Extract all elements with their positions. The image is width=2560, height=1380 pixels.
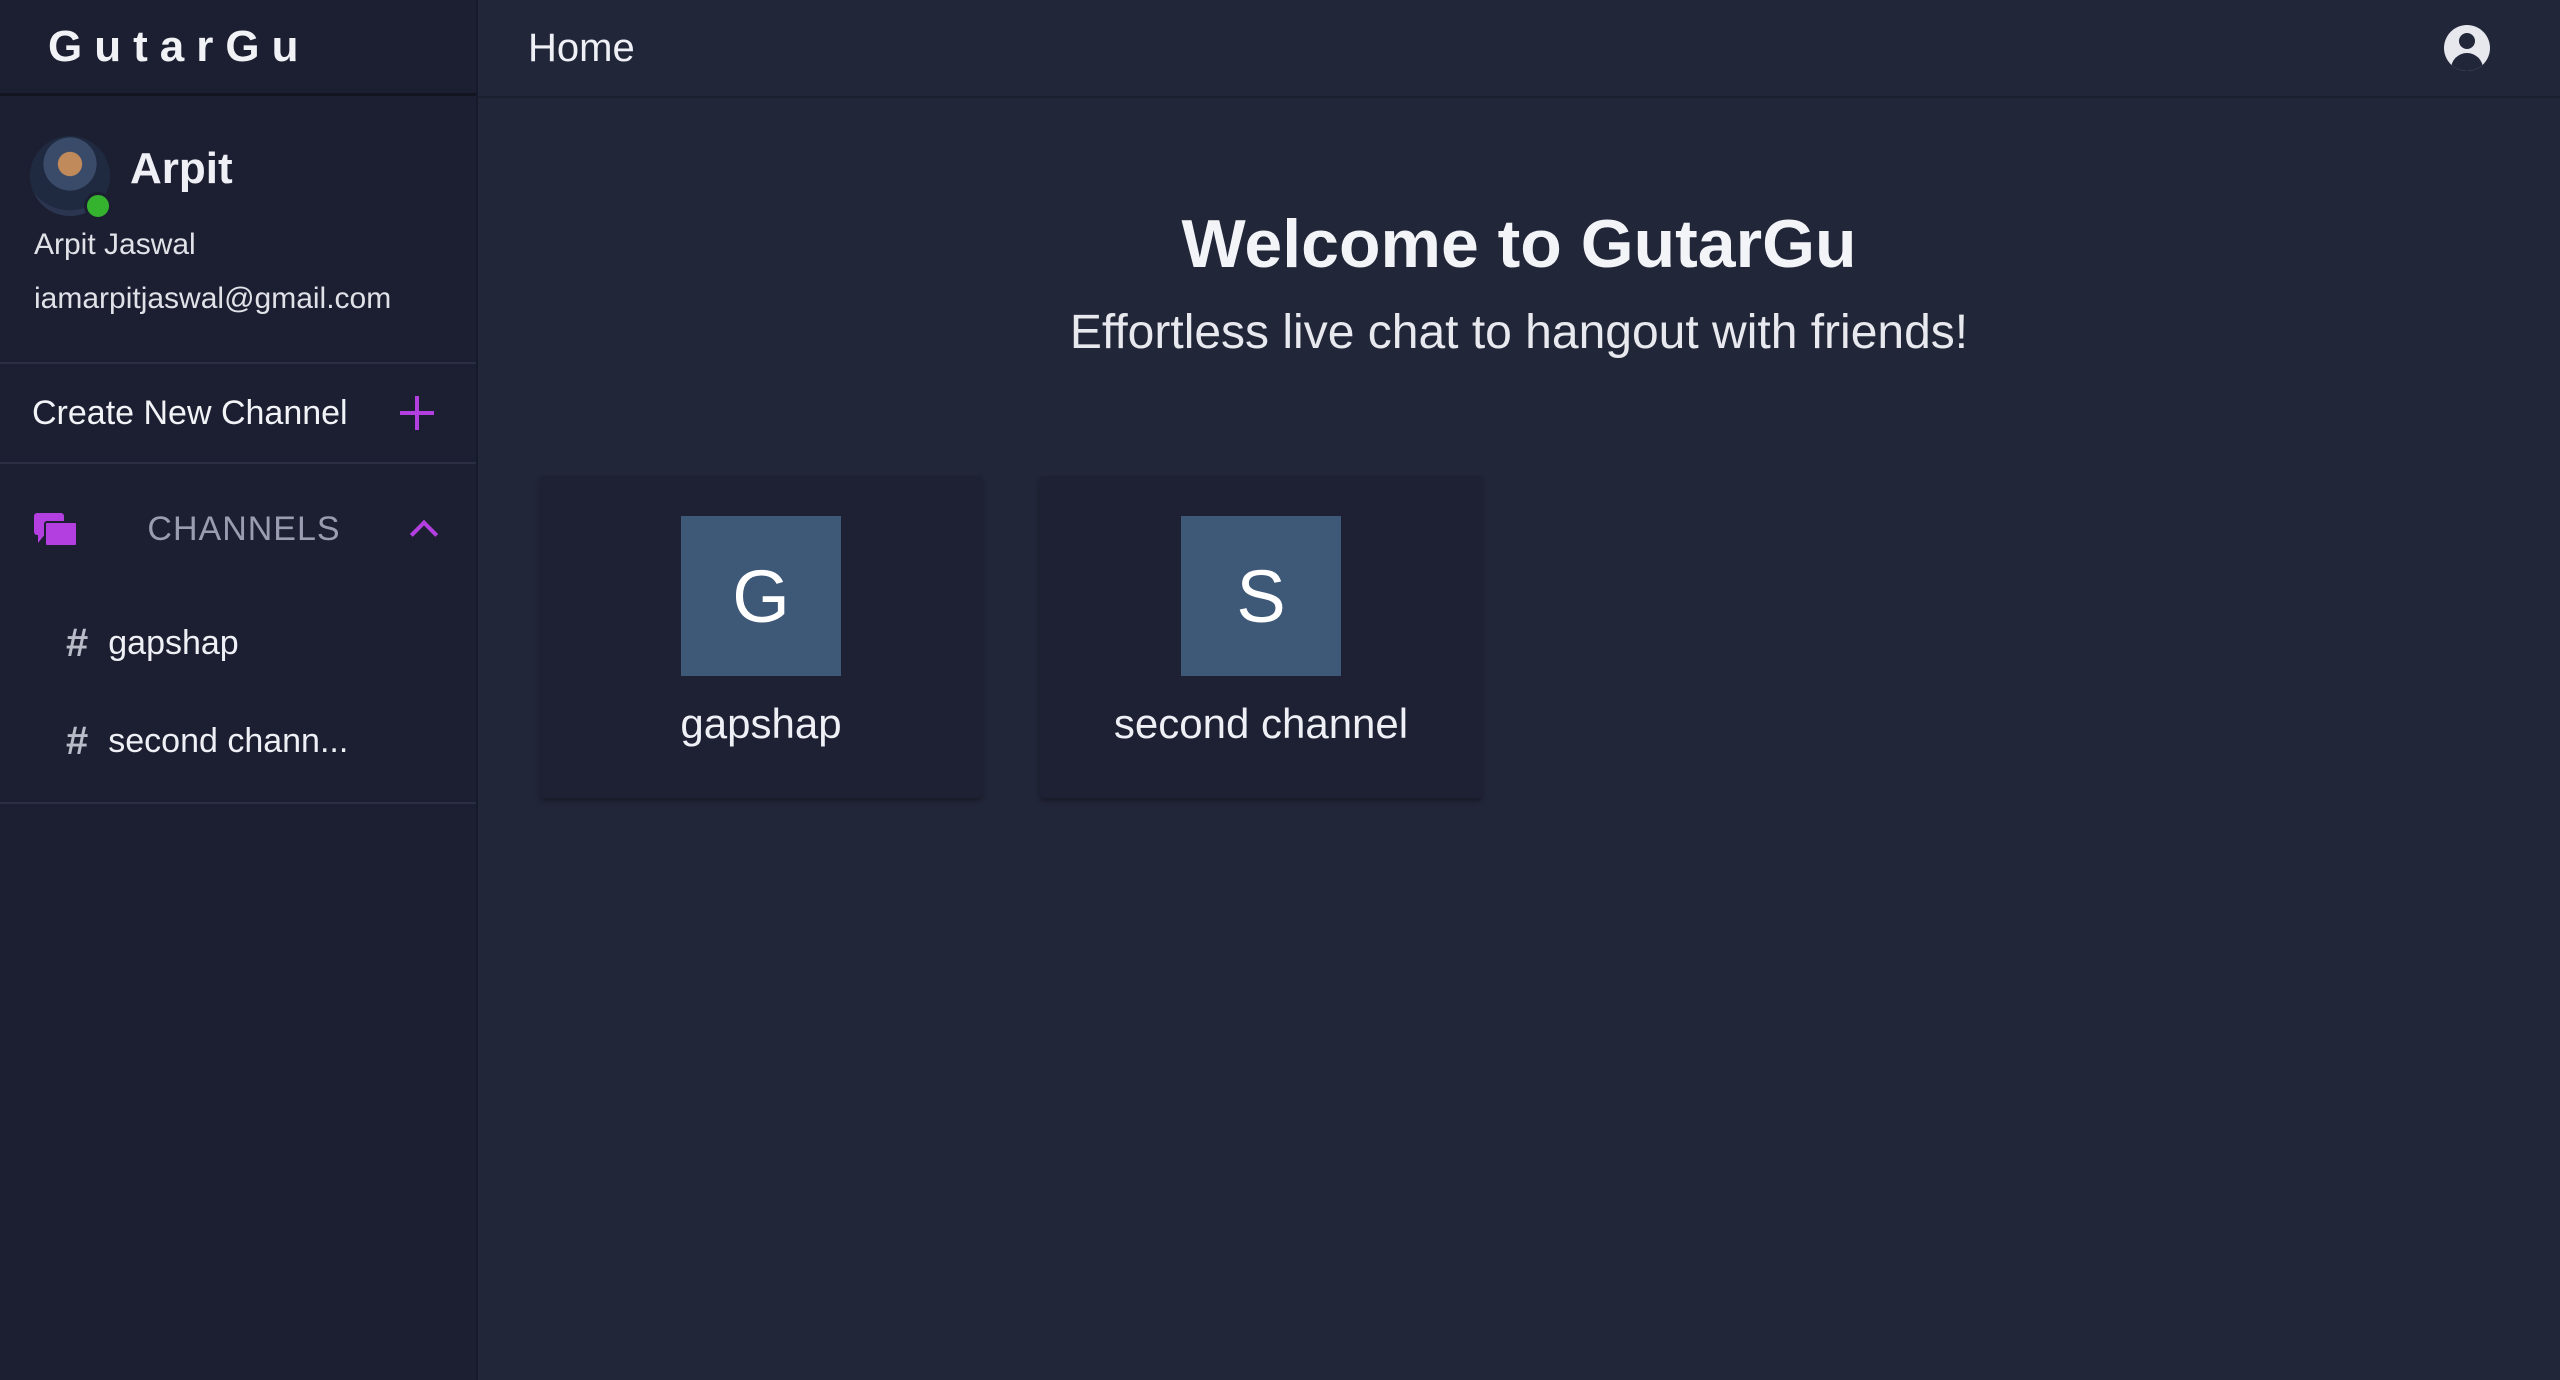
- channel-label: gapshap: [108, 623, 239, 662]
- avatar[interactable]: [30, 136, 112, 220]
- welcome-section: Welcome to GutarGu Effortless live chat …: [478, 205, 2560, 360]
- page-title: Home: [528, 25, 635, 70]
- channel-card-name: gapshap: [680, 700, 842, 747]
- channel-card-second-channel[interactable]: S second channel: [1040, 476, 1482, 798]
- create-channel-button[interactable]: Create New Channel: [0, 364, 476, 464]
- sidebar: GutarGu Arpit Arpit Jaswal iamarpitjaswa…: [0, 0, 478, 1380]
- channels-section: CHANNELS # gapshap # second chann...: [0, 464, 476, 804]
- channel-cards: G gapshap S second channel: [540, 476, 1482, 798]
- channels-toggle[interactable]: CHANNELS: [0, 464, 476, 594]
- account-circle-icon[interactable]: [2444, 25, 2490, 71]
- chat-icon: [34, 509, 78, 549]
- sidebar-item-gapshap[interactable]: # gapshap: [0, 594, 476, 692]
- user-full-name: Arpit Jaswal: [34, 228, 196, 261]
- plus-icon[interactable]: [400, 396, 434, 430]
- app-brand[interactable]: GutarGu: [0, 0, 476, 96]
- chevron-up-icon[interactable]: [409, 519, 439, 549]
- welcome-heading: Welcome to GutarGu: [1181, 206, 1857, 282]
- channels-label: CHANNELS: [147, 509, 341, 548]
- channel-card-name: second channel: [1113, 700, 1409, 747]
- online-status-icon: [84, 192, 112, 220]
- welcome-subheading: Effortless live chat to hangout with fri…: [1069, 306, 1969, 359]
- channel-initial-tile: S: [1181, 516, 1341, 676]
- user-email: iamarpitjaswal@gmail.com: [34, 282, 392, 315]
- create-channel-label: Create New Channel: [32, 393, 348, 432]
- hash-icon: #: [66, 620, 89, 665]
- channel-label: second chann...: [108, 721, 349, 760]
- channel-initial-tile: G: [681, 516, 841, 676]
- sidebar-item-second-channel[interactable]: # second chann...: [0, 692, 476, 790]
- hash-icon: #: [66, 718, 89, 763]
- user-profile: Arpit Arpit Jaswal iamarpitjaswal@gmail.…: [0, 96, 476, 364]
- channel-card-gapshap[interactable]: G gapshap: [540, 476, 982, 798]
- user-display-name: Arpit: [130, 144, 233, 193]
- top-bar: Home: [478, 0, 2560, 98]
